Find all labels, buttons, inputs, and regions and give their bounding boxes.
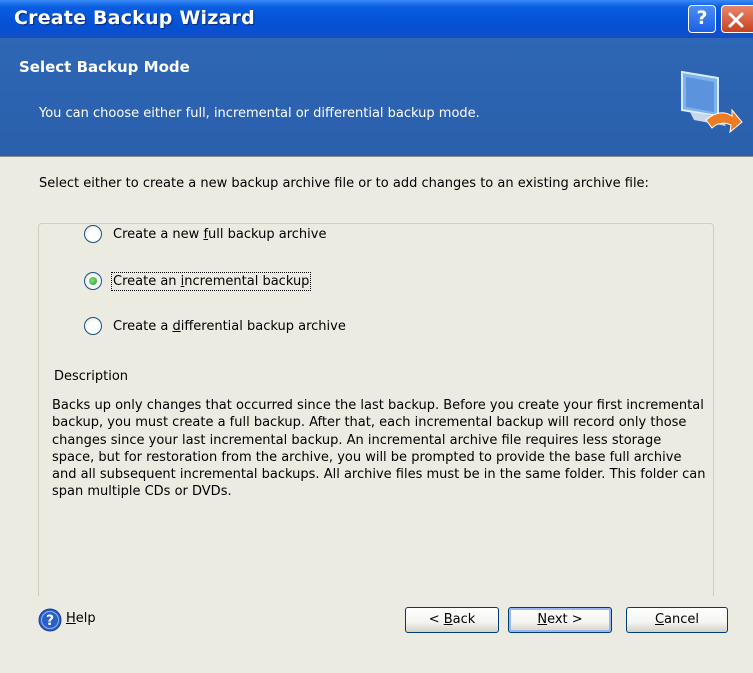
- page-title: Select Backup Mode: [19, 58, 190, 76]
- description-legend: Description: [51, 369, 132, 384]
- backup-computer-icon: [681, 70, 743, 134]
- help-link[interactable]: Help: [66, 611, 96, 626]
- window-title: Create Backup Wizard: [14, 7, 255, 29]
- cancel-button[interactable]: Cancel: [626, 607, 728, 633]
- svg-text:?: ?: [46, 613, 54, 629]
- backup-wizard-window: Create Backup Wizard ? Select Backup Mod…: [0, 0, 753, 673]
- back-button[interactable]: < Back: [405, 607, 499, 633]
- title-bar[interactable]: Create Backup Wizard ?: [0, 0, 753, 38]
- question-mark-icon: ?: [696, 7, 708, 29]
- help-icon[interactable]: ?: [38, 608, 62, 632]
- close-icon: [728, 12, 744, 28]
- page-subtitle: You can choose either full, incremental …: [39, 106, 480, 121]
- instruction-text: Select either to create a new backup arc…: [39, 176, 649, 191]
- wizard-header: Select Backup Mode You can choose either…: [0, 38, 753, 156]
- help-title-button[interactable]: ?: [688, 5, 716, 33]
- close-button[interactable]: [721, 5, 753, 33]
- description-text: Backs up only changes that occurred sinc…: [52, 398, 706, 500]
- next-button[interactable]: Next >: [508, 607, 612, 633]
